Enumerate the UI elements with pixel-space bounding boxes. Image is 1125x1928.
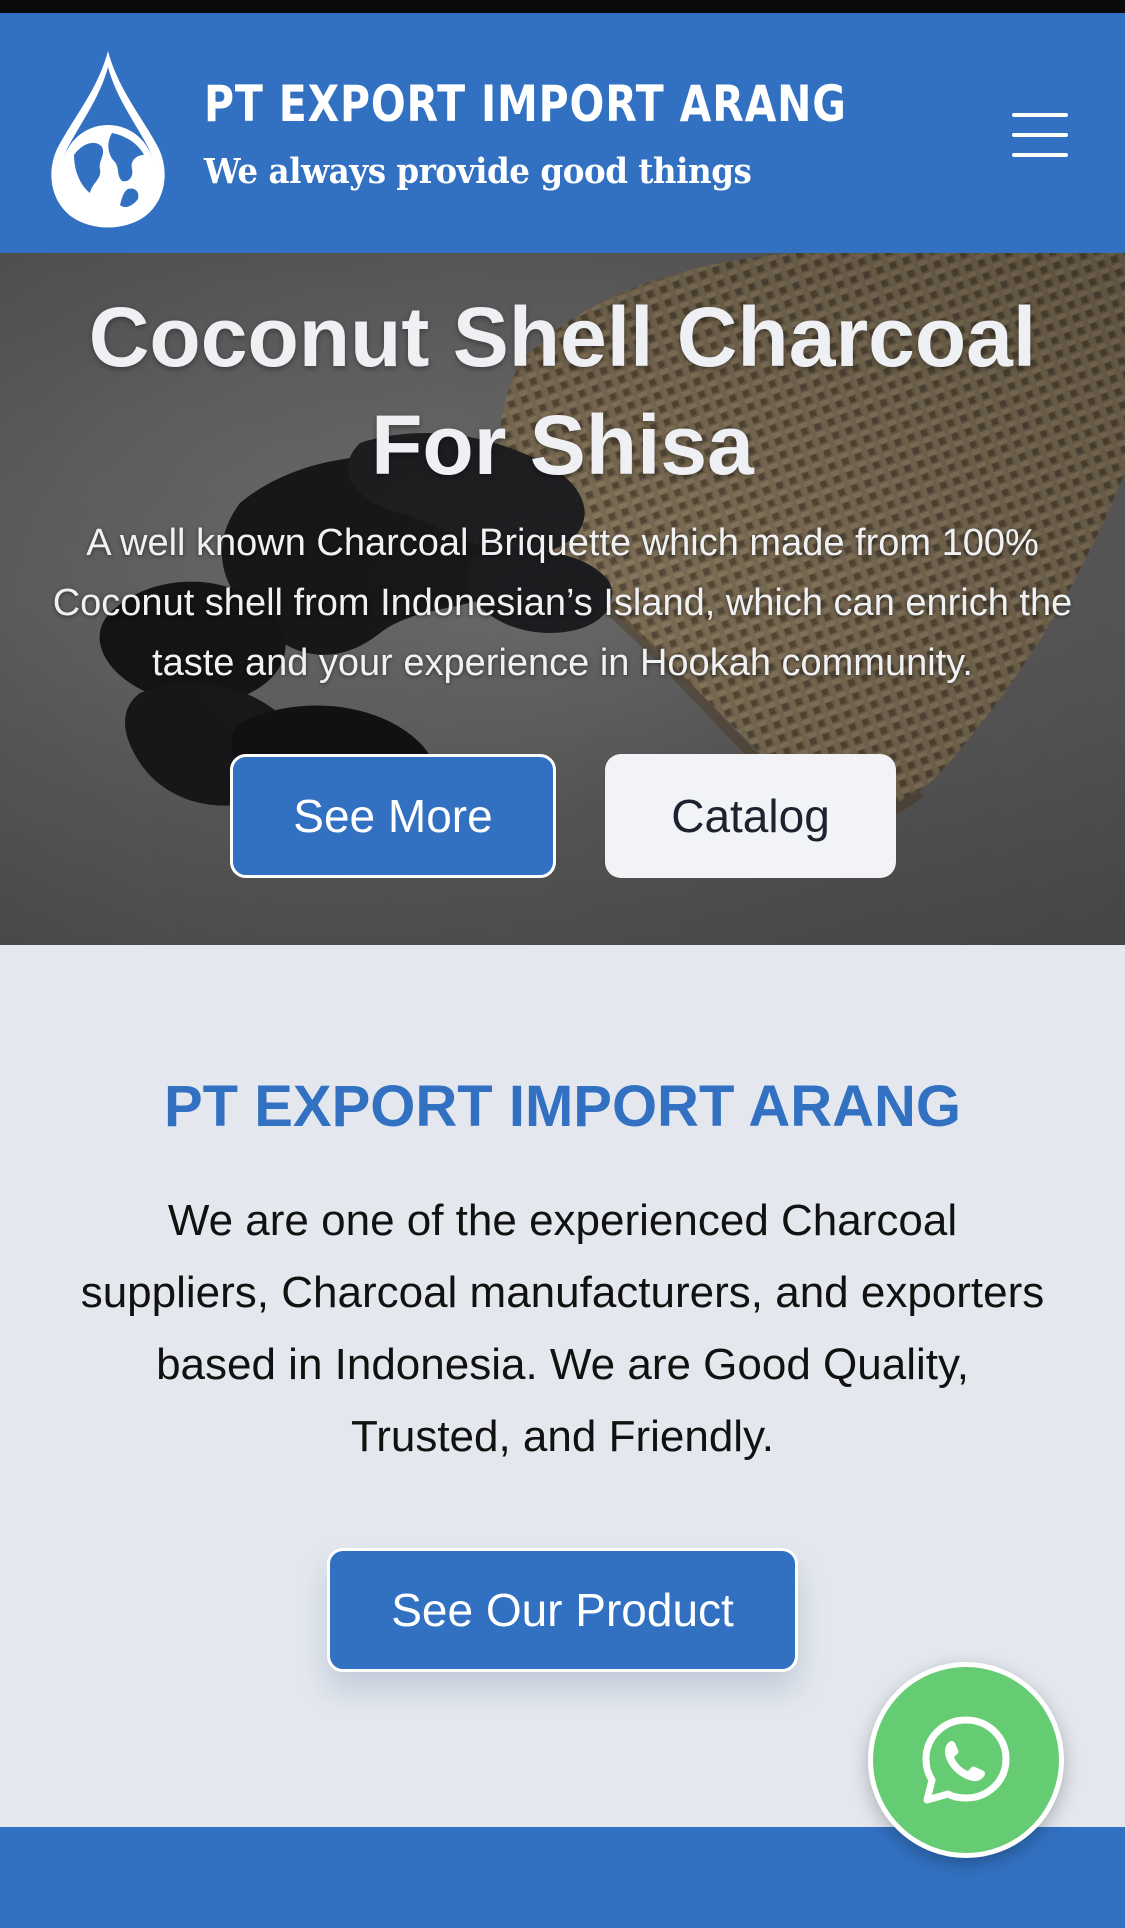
site-header: PT EXPORT IMPORT ARANG We always provide… — [0, 13, 1125, 253]
about-title: PT EXPORT IMPORT ARANG — [164, 1074, 961, 1139]
brand-tagline: We always provide good things — [204, 151, 752, 192]
brand-name[interactable]: PT EXPORT IMPORT ARANG — [204, 75, 847, 133]
whatsapp-icon — [922, 1716, 1010, 1804]
hero-section: Coconut Shell Charcoal For Shisa A well … — [0, 253, 1125, 945]
see-our-product-button[interactable]: See Our Product — [327, 1548, 798, 1672]
hamburger-menu-icon[interactable] — [1008, 105, 1072, 165]
see-more-button[interactable]: See More — [230, 754, 556, 878]
about-description: We are one of the experienced Charcoal s… — [80, 1196, 1045, 1461]
status-bar — [0, 0, 1125, 13]
hero-title: Coconut Shell Charcoal For Shisa — [88, 290, 1037, 492]
water-drop-globe-icon[interactable] — [44, 43, 172, 233]
hero-description: A well known Charcoal Briquette which ma… — [52, 522, 1073, 684]
catalog-button[interactable]: Catalog — [605, 754, 896, 878]
whatsapp-button[interactable] — [868, 1662, 1064, 1858]
